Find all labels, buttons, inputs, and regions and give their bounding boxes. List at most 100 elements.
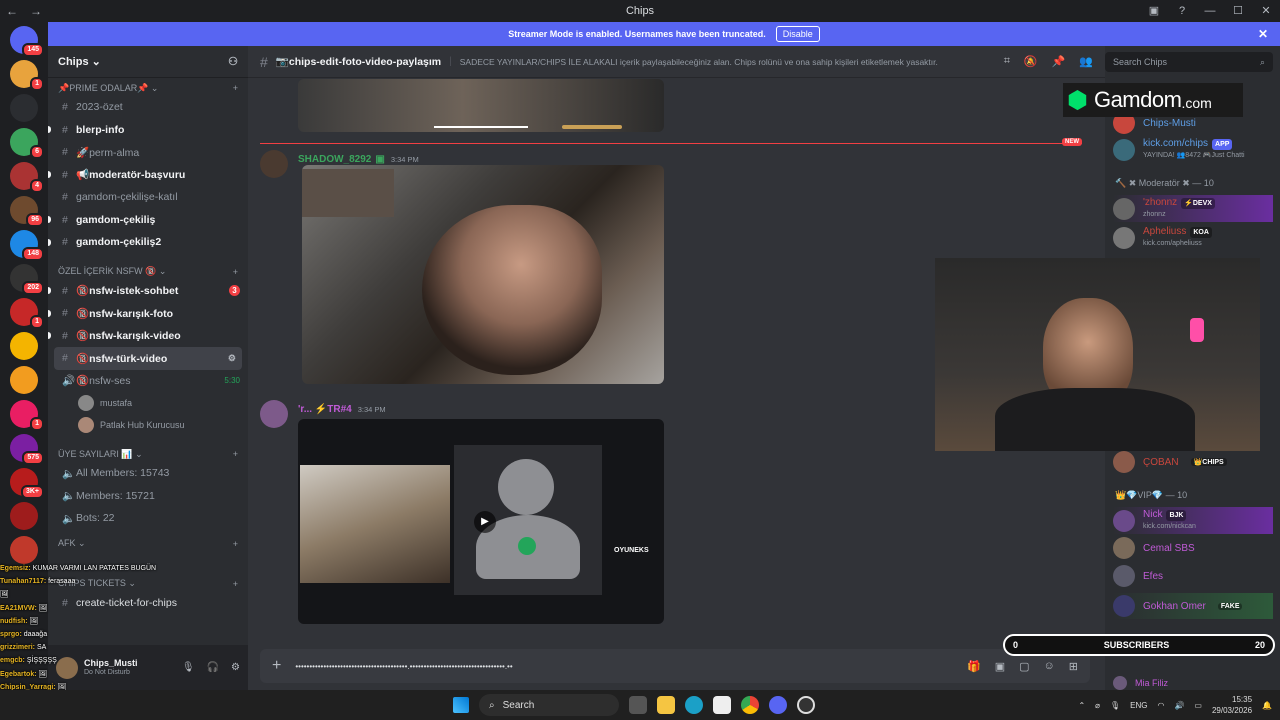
help-icon[interactable]: ? bbox=[1168, 0, 1196, 22]
author-name[interactable]: SHADOW_8292 bbox=[298, 154, 371, 165]
member-item[interactable]: Mia Filiz bbox=[1113, 676, 1168, 690]
member-item[interactable]: Cemal SBS bbox=[1113, 537, 1195, 559]
attachment-image[interactable] bbox=[298, 79, 664, 132]
add-user-icon[interactable]: ⚇ bbox=[228, 55, 238, 68]
store-icon[interactable] bbox=[713, 696, 731, 714]
headphones-icon[interactable]: 🎧 bbox=[207, 662, 219, 673]
server-icon[interactable] bbox=[10, 502, 38, 530]
pin-icon[interactable]: 📌 bbox=[1052, 55, 1066, 68]
channel-item[interactable]: # gamdom-çekiliş bbox=[48, 209, 248, 232]
search-input[interactable]: Search Chips ⌕ bbox=[1105, 52, 1273, 72]
attachment-video[interactable]: ▶ OYUNEKS bbox=[298, 419, 664, 624]
server-icon[interactable]: 1 bbox=[10, 60, 44, 91]
voice-channel[interactable]: 🔊 🔞nsfw-ses 5:30 bbox=[48, 370, 248, 393]
forward-button[interactable]: → bbox=[24, 4, 48, 18]
voice-user[interactable]: mustafa bbox=[48, 392, 248, 414]
discord-icon[interactable] bbox=[769, 696, 787, 714]
channel-item[interactable]: # gamdom-çekiliş2 bbox=[48, 231, 248, 254]
channel-item[interactable]: #2023-özet bbox=[48, 96, 248, 119]
back-button[interactable]: ← bbox=[0, 4, 24, 18]
server-icon[interactable]: 3K+ bbox=[10, 468, 44, 499]
file-explorer-icon[interactable] bbox=[657, 696, 675, 714]
message-input[interactable]: ••••••••••••••••••••••••••••••••••••••••… bbox=[295, 662, 512, 671]
disable-streamer-mode-button[interactable]: Disable bbox=[775, 26, 820, 42]
battery-icon[interactable]: ▭ bbox=[1194, 701, 1202, 710]
apps-icon[interactable]: ⊞ bbox=[1069, 660, 1078, 673]
microphone-icon[interactable]: 🎙 bbox=[1110, 701, 1120, 710]
server-icon[interactable] bbox=[10, 536, 38, 564]
server-icon[interactable]: 6 bbox=[10, 128, 44, 159]
channel-item[interactable]: # 🔞nsfw-karışık-foto bbox=[48, 302, 248, 325]
voice-user[interactable]: Patlak Hub Kurucusu bbox=[48, 414, 248, 436]
member-item[interactable]: ÇOBAN 👑CHIPS bbox=[1113, 451, 1227, 473]
gif-icon[interactable]: ▣ bbox=[995, 660, 1005, 673]
attachment-image[interactable] bbox=[302, 165, 664, 384]
inbox-icon[interactable]: ▣ bbox=[1140, 0, 1168, 22]
channel-item[interactable]: # blerp-info bbox=[48, 119, 248, 142]
chrome-icon[interactable] bbox=[741, 696, 759, 714]
server-icon[interactable]: 1 bbox=[10, 400, 44, 431]
avatar[interactable] bbox=[260, 400, 288, 428]
threads-icon[interactable]: ⌗ bbox=[1004, 55, 1010, 68]
member-item[interactable]: Nick BJK kick.com/nickcan bbox=[1113, 507, 1273, 534]
play-icon[interactable]: ▶ bbox=[474, 511, 496, 533]
plus-icon[interactable]: + bbox=[272, 657, 281, 675]
stat-channel[interactable]: 🔈 All Members: 15743 bbox=[48, 462, 248, 485]
emoji-icon[interactable]: ☺ bbox=[1044, 660, 1055, 673]
category-afk[interactable]: AFK ⌄ + bbox=[48, 536, 248, 552]
server-icon[interactable]: 202 bbox=[10, 264, 44, 295]
windows-start-icon[interactable] bbox=[453, 697, 469, 713]
notification-bell-icon[interactable]: 🔕 bbox=[1024, 55, 1038, 68]
channel-topic[interactable]: SADECE YAYINLAR/CHIPS İLE ALAKALI içerik… bbox=[460, 57, 938, 67]
close-icon[interactable]: ✕ bbox=[1258, 27, 1268, 41]
channel-item[interactable]: # gamdom-çekilişe-katıl bbox=[48, 186, 248, 209]
server-icon[interactable]: 1 bbox=[10, 298, 44, 329]
stat-channel[interactable]: 🔈 Members: 15721 bbox=[48, 485, 248, 508]
task-view-icon[interactable] bbox=[629, 696, 647, 714]
notification-icon[interactable]: 🔔 bbox=[1262, 701, 1272, 710]
maximize-button[interactable]: ☐ bbox=[1224, 0, 1252, 22]
channel-item[interactable]: # 📢moderatör-başvuru bbox=[48, 164, 248, 187]
category-uye[interactable]: Üye Sayıları 📊 ⌄ + bbox=[48, 446, 248, 462]
network-off-icon[interactable]: ⌀ bbox=[1095, 701, 1100, 710]
member-item[interactable]: Apheliuss KOA kick.com/apheliuss bbox=[1113, 226, 1212, 249]
plus-icon[interactable]: + bbox=[233, 449, 238, 459]
plus-icon[interactable]: + bbox=[233, 267, 238, 277]
wifi-icon[interactable]: ◠ bbox=[1157, 701, 1164, 710]
message-composer[interactable]: + ••••••••••••••••••••••••••••••••••••••… bbox=[260, 649, 1090, 683]
sticker-icon[interactable]: ▢ bbox=[1019, 660, 1029, 673]
gear-icon[interactable]: ⚙ bbox=[231, 662, 240, 673]
close-button[interactable]: ✕ bbox=[1252, 0, 1280, 22]
avatar[interactable] bbox=[260, 150, 288, 178]
gift-icon[interactable]: 🎁 bbox=[967, 660, 981, 673]
member-item[interactable]: kick.com/chips APP YAYINDA! 👥8472 🎮Just Ch… bbox=[1113, 138, 1245, 161]
member-item[interactable]: Efes bbox=[1113, 565, 1163, 587]
server-icon[interactable]: 4 bbox=[10, 162, 44, 193]
server-icon[interactable]: 575 bbox=[10, 434, 44, 465]
plus-icon[interactable]: + bbox=[233, 579, 238, 589]
category-nsfw[interactable]: ÖZEL İÇERİK NSFW 🔞 ⌄ + bbox=[48, 264, 248, 280]
server-icon[interactable] bbox=[10, 332, 38, 360]
video-seek[interactable] bbox=[562, 125, 622, 129]
minimize-button[interactable]: — bbox=[1196, 0, 1224, 22]
chevron-up-icon[interactable]: ⌃ bbox=[1078, 701, 1085, 710]
plus-icon[interactable]: + bbox=[233, 539, 238, 549]
channel-item[interactable]: # 🔞nsfw-istek-sohbet 3 bbox=[48, 280, 248, 303]
system-clock[interactable]: 15:35 29/03/2026 bbox=[1212, 694, 1252, 716]
plus-icon[interactable]: + bbox=[233, 83, 238, 93]
taskbar-search[interactable]: ⌕ Search bbox=[479, 694, 619, 716]
member-item[interactable]: Gokhan Omer FAKE bbox=[1113, 593, 1273, 619]
server-icon[interactable]: 96 bbox=[10, 196, 44, 227]
video-progress[interactable] bbox=[434, 126, 528, 128]
server-icon[interactable]: 145 bbox=[10, 26, 44, 57]
category-prime[interactable]: 📌PRIME ODALAR📌 ⌄ + bbox=[48, 80, 248, 96]
channel-item[interactable]: # 🚀perm-alma bbox=[48, 141, 248, 164]
members-icon[interactable]: 👥 bbox=[1079, 55, 1093, 68]
member-item[interactable]: 'zhonnz ⚡DEVX zhonnz bbox=[1113, 195, 1273, 222]
channel-item[interactable]: # 🔞nsfw-türk-video ⚙ bbox=[54, 347, 242, 370]
language-indicator[interactable]: ENG bbox=[1130, 701, 1147, 710]
stat-channel[interactable]: 🔈 Bots: 22 bbox=[48, 507, 248, 530]
volume-icon[interactable]: 🔊 bbox=[1174, 701, 1184, 710]
channel-item[interactable]: # 🔞nsfw-karışık-video bbox=[48, 325, 248, 348]
guild-header[interactable]: Chips ⌄ ⚇ bbox=[48, 46, 248, 78]
